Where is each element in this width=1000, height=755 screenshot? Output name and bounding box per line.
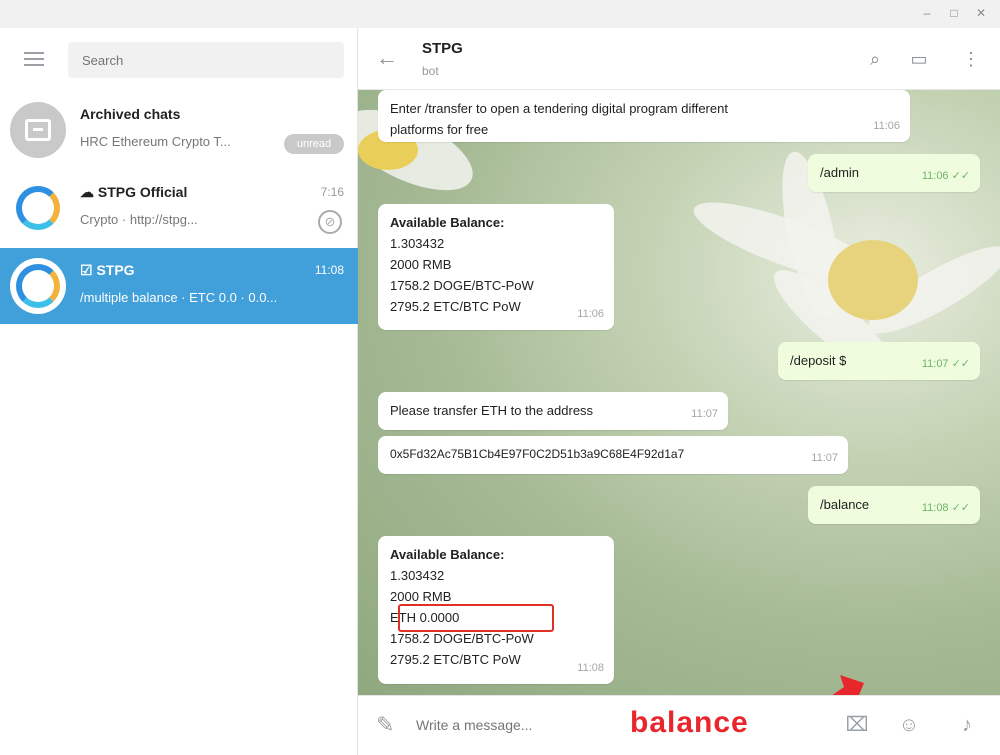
- minimize-button[interactable]: –: [918, 5, 936, 21]
- avatar: [10, 180, 66, 236]
- message-time: 11:06: [873, 120, 900, 132]
- chat-preview: Crypto · http://stpg...: [80, 212, 198, 227]
- maximize-button[interactable]: □: [945, 5, 963, 21]
- hamburger-menu-icon[interactable]: [22, 48, 46, 72]
- message-composer: ✎ balance ⌧ ☺ ♪: [358, 695, 1000, 755]
- message-time: 11:08: [577, 662, 604, 674]
- message-bubble[interactable]: Available Balance: 1.303432 2000 RMB ETH…: [378, 536, 614, 684]
- message-text: Please transfer ETH to the address: [390, 403, 594, 418]
- message-input[interactable]: [416, 710, 616, 740]
- message-text: 1758.2 DOGE/BTC-PoW: [390, 278, 534, 293]
- bot-commands-icon[interactable]: ⌧: [844, 712, 870, 738]
- conversation-header: ← STPG bot ⌕ ▭ ⋮: [358, 28, 1000, 90]
- chat-time: 11:08: [314, 263, 344, 277]
- message-time: 11:07: [691, 408, 718, 420]
- chat-item-archived[interactable]: Archived chats HRC Ethereum Crypto T... …: [0, 92, 358, 168]
- read-check-icon: ✓✓: [951, 170, 970, 182]
- unread-badge: unread: [284, 134, 344, 154]
- chat-item-stpg-official[interactable]: ☁ STPG Official 7:16 Crypto · http://stp…: [0, 170, 358, 246]
- search-input[interactable]: [68, 42, 344, 78]
- read-check-icon: ✓✓: [951, 358, 970, 370]
- message-text: 2795.2 ETC/BTC PoW: [390, 299, 521, 314]
- paperclip-icon[interactable]: ✎: [376, 712, 394, 738]
- message-bubble[interactable]: Please transfer ETH to the address 11:07: [378, 392, 728, 430]
- red-arrow-icon: [832, 675, 864, 695]
- message-time: 11:07 ✓✓: [921, 358, 970, 370]
- chat-preview: /multiple balance · ETC 0.0 · 0.0...: [80, 290, 278, 305]
- chat-name: ☑ STPG: [80, 262, 135, 278]
- message-text: Available Balance:: [390, 547, 505, 562]
- conversation-title: STPG: [422, 40, 463, 57]
- message-text: 1.303432: [390, 236, 445, 251]
- message-text: 2000 RMB: [390, 257, 452, 272]
- annotation-label: balance: [630, 706, 749, 739]
- close-button[interactable]: ✕: [972, 5, 990, 21]
- message-bubble[interactable]: Available Balance: 1.303432 2000 RMB 175…: [378, 204, 614, 330]
- stpg-logo-icon: [16, 186, 60, 230]
- message-text: 1.303432: [390, 568, 445, 583]
- chat-time: 7:16: [320, 185, 344, 199]
- stpg-logo-icon: [16, 264, 60, 308]
- chat-name: ☁ STPG Official: [80, 184, 188, 200]
- message-text: Enter /transfer to open a tendering digi…: [390, 101, 728, 116]
- message-text: 2795.2 ETC/BTC PoW: [390, 652, 521, 667]
- window-titlebar: – □ ✕: [0, 0, 1000, 28]
- message-text: platforms for free: [390, 122, 489, 137]
- chat-preview: HRC Ethereum Crypto T...: [80, 134, 231, 149]
- wallet-address-text: 0x5Fd32Ac75B1Cb4E97F0C2D51b3a9C68E4F92d1…: [390, 447, 685, 461]
- message-bubble[interactable]: Enter /transfer to open a tendering digi…: [378, 90, 910, 142]
- message-text: Available Balance:: [390, 215, 505, 230]
- message-bubble[interactable]: 0x5Fd32Ac75B1Cb4E97F0C2D51b3a9C68E4F92d1…: [378, 436, 848, 474]
- muted-icon: ⊘: [318, 210, 342, 234]
- message-time: 11:06 ✓✓: [921, 170, 970, 182]
- sidebar-toggle-icon[interactable]: ▭: [906, 46, 932, 72]
- avatar: [10, 258, 66, 314]
- chat-background: Enter /transfer to open a tendering digi…: [358, 90, 1000, 695]
- microphone-icon[interactable]: ♪: [954, 712, 980, 738]
- search-icon[interactable]: ⌕: [862, 46, 888, 72]
- back-arrow-icon[interactable]: ←: [376, 46, 398, 70]
- chat-list-sidebar: Archived chats HRC Ethereum Crypto T... …: [0, 28, 358, 755]
- conversation-status: bot: [422, 64, 439, 78]
- conversation-panel: ← STPG bot ⌕ ▭ ⋮ Enter /transfer to open…: [358, 28, 1000, 755]
- emoji-icon[interactable]: ☺: [896, 712, 922, 738]
- message-time: 11:06: [577, 308, 604, 320]
- highlight-box: [398, 604, 554, 632]
- message-bubble-outgoing[interactable]: /deposit $ 11:07 ✓✓: [778, 342, 980, 380]
- message-time: 11:08 ✓✓: [921, 502, 970, 514]
- message-bubble-outgoing[interactable]: /balance 11:08 ✓✓: [808, 486, 980, 524]
- chat-name: Archived chats: [80, 106, 181, 122]
- message-bubble-outgoing[interactable]: /admin 11:06 ✓✓: [808, 154, 980, 192]
- more-options-icon[interactable]: ⋮: [958, 46, 984, 72]
- read-check-icon: ✓✓: [951, 502, 970, 514]
- chat-item-stpg[interactable]: ☑ STPG 11:08 /multiple balance · ETC 0.0…: [0, 248, 358, 324]
- message-time: 11:07: [811, 452, 838, 464]
- archive-icon: [10, 102, 66, 158]
